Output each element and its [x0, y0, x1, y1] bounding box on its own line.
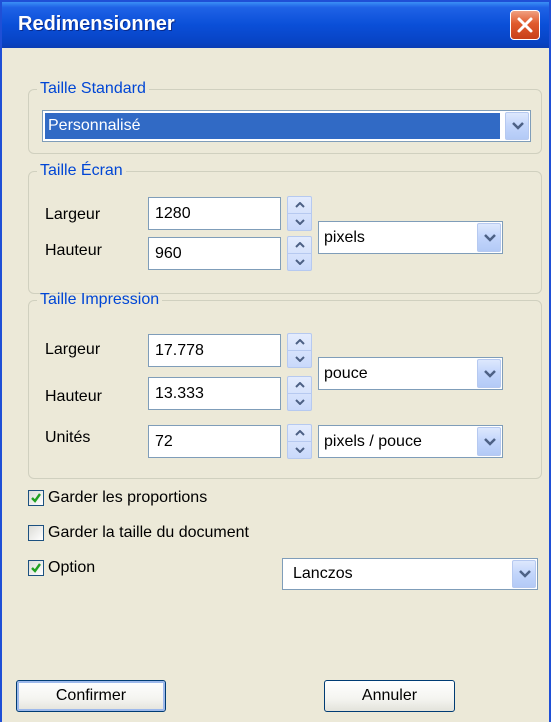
standard-size-dropdown-button[interactable]: [505, 112, 529, 140]
screen-height-input[interactable]: 960: [148, 237, 281, 270]
filter-select[interactable]: Lanczos: [282, 558, 538, 590]
option-label[interactable]: Option: [48, 559, 95, 577]
standard-size-select[interactable]: Personnalisé: [42, 110, 531, 142]
arrow-down-icon: [295, 399, 305, 405]
option-checkbox[interactable]: [28, 560, 44, 576]
print-width-value: 17.778: [155, 341, 204, 359]
confirm-button[interactable]: Confirmer: [16, 680, 166, 712]
print-unit-select[interactable]: pouce: [318, 357, 503, 390]
arrow-down-icon: [295, 356, 305, 362]
title-bar[interactable]: Redimensionner: [2, 2, 549, 48]
arrow-up-icon: [295, 429, 305, 436]
screen-unit-select[interactable]: pixels: [318, 221, 503, 254]
print-width-up[interactable]: [288, 334, 311, 351]
resize-dialog: Redimensionner Taille Standard Personnal…: [0, 0, 551, 722]
chevron-down-icon: [484, 369, 496, 378]
keep-proportions-label[interactable]: Garder les proportions: [48, 489, 207, 507]
print-height-value: 13.333: [155, 384, 204, 402]
checkmark-icon: [31, 493, 41, 503]
arrow-up-icon: [295, 381, 305, 388]
print-width-down[interactable]: [288, 351, 311, 368]
standard-size-value: Personnalisé: [48, 117, 141, 134]
print-width-input[interactable]: 17.778: [148, 334, 281, 367]
dialog-body: Taille Standard Personnalisé Taille Écra…: [2, 48, 549, 722]
screen-height-spinner[interactable]: [287, 236, 312, 271]
screen-width-label: Largeur: [45, 206, 101, 223]
screen-size-legend: Taille Écran: [40, 162, 123, 179]
cancel-button[interactable]: Annuler: [324, 680, 455, 712]
arrow-down-icon: [295, 447, 305, 453]
screen-width-input[interactable]: 1280: [148, 197, 281, 230]
arrow-up-icon: [295, 241, 305, 248]
print-resolution-value: 72: [155, 432, 173, 450]
screen-width-spinner[interactable]: [287, 196, 312, 231]
print-unit-dropdown-button[interactable]: [477, 359, 501, 388]
print-resolution-unit-select[interactable]: pixels / pouce: [318, 425, 503, 458]
chevron-down-icon: [512, 122, 524, 130]
chevron-down-icon: [519, 570, 531, 578]
screen-width-down[interactable]: [288, 214, 311, 231]
keep-document-size-checkbox[interactable]: [28, 525, 44, 541]
screen-height-down[interactable]: [288, 254, 311, 271]
print-resolution-spinner[interactable]: [287, 424, 312, 459]
screen-width-value: 1280: [155, 204, 191, 222]
print-resolution-down[interactable]: [288, 442, 311, 459]
print-size-legend: Taille Impression: [40, 291, 160, 308]
screen-height-label: Hauteur: [45, 242, 102, 259]
chevron-down-icon: [484, 437, 496, 446]
close-icon: [517, 17, 533, 33]
arrow-down-icon: [295, 219, 305, 225]
print-height-input[interactable]: 13.333: [148, 377, 281, 410]
print-height-label: Hauteur: [45, 388, 102, 405]
print-width-label: Largeur: [45, 341, 101, 358]
keep-document-size-label[interactable]: Garder la taille du document: [48, 524, 249, 542]
chevron-down-icon: [484, 233, 496, 242]
arrow-up-icon: [295, 201, 305, 208]
print-resolution-unit-value: pixels / pouce: [324, 432, 422, 450]
print-height-down[interactable]: [288, 394, 311, 411]
print-resolution-unit-dropdown-button[interactable]: [477, 427, 501, 456]
print-resolution-label: Unités: [45, 429, 91, 446]
print-resolution-up[interactable]: [288, 425, 311, 442]
checkmark-icon: [31, 563, 41, 573]
keep-proportions-checkbox[interactable]: [28, 490, 44, 506]
arrow-down-icon: [295, 259, 305, 265]
print-height-up[interactable]: [288, 377, 311, 394]
print-height-spinner[interactable]: [287, 376, 312, 411]
standard-size-legend: Taille Standard: [40, 80, 146, 97]
screen-unit-value: pixels: [324, 228, 365, 246]
print-resolution-input[interactable]: 72: [148, 425, 281, 458]
filter-value: Lanczos: [293, 565, 353, 582]
arrow-up-icon: [295, 338, 305, 345]
print-unit-value: pouce: [324, 364, 368, 382]
window-title: Redimensionner: [18, 13, 175, 35]
screen-height-up[interactable]: [288, 237, 311, 254]
print-width-spinner[interactable]: [287, 333, 312, 368]
screen-height-value: 960: [155, 244, 182, 262]
screen-width-up[interactable]: [288, 197, 311, 214]
close-button[interactable]: [510, 10, 540, 40]
filter-dropdown-button[interactable]: [512, 560, 536, 588]
screen-unit-dropdown-button[interactable]: [477, 223, 501, 252]
